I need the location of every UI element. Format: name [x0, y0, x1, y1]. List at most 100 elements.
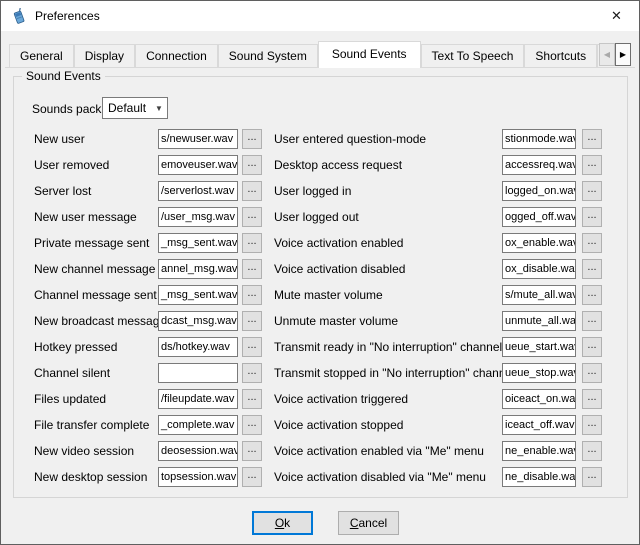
right-event-label: Voice activation enabled — [274, 233, 403, 253]
sound-event-row: New channel message annel_msg.wav ... Vo… — [14, 259, 627, 279]
app-icon — [10, 8, 27, 25]
right-browse-button[interactable]: ... — [582, 363, 602, 383]
sound-event-rows: New user s/newuser.wav ... User entered … — [14, 77, 627, 497]
left-sound-file-input[interactable]: dcast_msg.wav — [158, 311, 238, 331]
right-sound-file-input[interactable]: ox_disable.wav — [502, 259, 576, 279]
left-browse-button[interactable]: ... — [242, 181, 262, 201]
right-sound-file-input[interactable]: s/mute_all.wav — [502, 285, 576, 305]
left-browse-button[interactable]: ... — [242, 207, 262, 227]
right-browse-button[interactable]: ... — [582, 441, 602, 461]
left-browse-button[interactable]: ... — [242, 467, 262, 487]
right-browse-button[interactable]: ... — [582, 129, 602, 149]
tab-sound-events[interactable]: Sound Events — [318, 41, 421, 68]
left-browse-button[interactable]: ... — [242, 415, 262, 435]
right-event-label: User entered question-mode — [274, 129, 426, 149]
left-sound-file-input[interactable]: topsession.wav — [158, 467, 238, 487]
right-sound-file-input[interactable]: ueue_stop.wav — [502, 363, 576, 383]
right-event-label: User logged out — [274, 207, 359, 227]
right-browse-button[interactable]: ... — [582, 207, 602, 227]
left-event-label: New desktop session — [34, 467, 147, 487]
window-title: Preferences — [35, 9, 100, 23]
title-bar: Preferences ✕ — [1, 1, 639, 31]
right-sound-file-input[interactable]: iceact_off.wav — [502, 415, 576, 435]
left-sound-file-input[interactable]: /user_msg.wav — [158, 207, 238, 227]
tab-connection[interactable]: Connection — [135, 44, 218, 68]
left-sound-file-input[interactable] — [158, 363, 238, 383]
sound-event-row: New user s/newuser.wav ... User entered … — [14, 129, 627, 149]
left-browse-button[interactable]: ... — [242, 363, 262, 383]
tab-sound-system[interactable]: Sound System — [218, 44, 318, 68]
right-sound-file-input[interactable]: logged_on.wav — [502, 181, 576, 201]
left-event-label: Files updated — [34, 389, 106, 409]
left-browse-button[interactable]: ... — [242, 285, 262, 305]
sound-event-row: Private message sent _msg_sent.wav ... V… — [14, 233, 627, 253]
right-sound-file-input[interactable]: oiceact_on.wav — [502, 389, 576, 409]
cancel-button[interactable]: Cancel — [338, 511, 399, 535]
left-browse-button[interactable]: ... — [242, 389, 262, 409]
right-sound-file-input[interactable]: ne_enable.wav — [502, 441, 576, 461]
right-browse-button[interactable]: ... — [582, 415, 602, 435]
tab-bar: GeneralDisplayConnectionSound SystemSoun… — [9, 41, 617, 68]
left-sound-file-input[interactable]: _msg_sent.wav — [158, 233, 238, 253]
right-sound-file-input[interactable]: ueue_start.wav — [502, 337, 576, 357]
right-browse-button[interactable]: ... — [582, 285, 602, 305]
tab-shortcuts[interactable]: Shortcuts — [524, 44, 597, 68]
left-browse-button[interactable]: ... — [242, 337, 262, 357]
left-event-label: New user — [34, 129, 85, 149]
right-browse-button[interactable]: ... — [582, 467, 602, 487]
left-sound-file-input[interactable]: _msg_sent.wav — [158, 285, 238, 305]
cancel-button-label: Cancel — [350, 516, 387, 530]
left-sound-file-input[interactable]: /fileupdate.wav — [158, 389, 238, 409]
sound-event-row: Server lost /serverlost.wav ... User log… — [14, 181, 627, 201]
right-browse-button[interactable]: ... — [582, 337, 602, 357]
left-sound-file-input[interactable]: deosession.wav — [158, 441, 238, 461]
tab-general[interactable]: General — [9, 44, 74, 68]
left-sound-file-input[interactable]: ds/hotkey.wav — [158, 337, 238, 357]
left-sound-file-input[interactable]: annel_msg.wav — [158, 259, 238, 279]
left-sound-file-input[interactable]: s/newuser.wav — [158, 129, 238, 149]
right-event-label: Transmit stopped in "No interruption" ch… — [274, 363, 515, 383]
left-sound-file-input[interactable]: emoveuser.wav — [158, 155, 238, 175]
sound-event-row: User removed emoveuser.wav ... Desktop a… — [14, 155, 627, 175]
right-sound-file-input[interactable]: unmute_all.wav — [502, 311, 576, 331]
left-browse-button[interactable]: ... — [242, 129, 262, 149]
right-browse-button[interactable]: ... — [582, 311, 602, 331]
right-browse-button[interactable]: ... — [582, 389, 602, 409]
tab-scroll-right-button[interactable]: ▶ — [615, 43, 631, 66]
left-browse-button[interactable]: ... — [242, 259, 262, 279]
left-browse-button[interactable]: ... — [242, 441, 262, 461]
ok-button-label: Ok — [275, 516, 290, 530]
tab-scroll-left-button[interactable]: ◀ — [599, 43, 615, 66]
tab-display[interactable]: Display — [74, 44, 135, 68]
left-event-label: File transfer complete — [34, 415, 149, 435]
right-browse-button[interactable]: ... — [582, 233, 602, 253]
right-sound-file-input[interactable]: accessreq.wav — [502, 155, 576, 175]
chevron-right-icon: ▶ — [620, 50, 626, 59]
right-browse-button[interactable]: ... — [582, 259, 602, 279]
preferences-dialog: Preferences ✕ GeneralDisplayConnectionSo… — [0, 0, 640, 545]
right-event-label: Voice activation enabled via "Me" menu — [274, 441, 484, 461]
left-browse-button[interactable]: ... — [242, 233, 262, 253]
right-sound-file-input[interactable]: stionmode.wav — [502, 129, 576, 149]
right-sound-file-input[interactable]: ne_disable.wav — [502, 467, 576, 487]
sound-event-row: Channel message sent _msg_sent.wav ... M… — [14, 285, 627, 305]
left-sound-file-input[interactable]: _complete.wav — [158, 415, 238, 435]
left-sound-file-input[interactable]: /serverlost.wav — [158, 181, 238, 201]
close-button[interactable]: ✕ — [594, 1, 639, 31]
right-sound-file-input[interactable]: ox_enable.wav — [502, 233, 576, 253]
right-event-label: Transmit ready in "No interruption" chan… — [274, 337, 502, 357]
sound-event-row: Hotkey pressed ds/hotkey.wav ... Transmi… — [14, 337, 627, 357]
left-event-label: New video session — [34, 441, 134, 461]
ok-button[interactable]: Ok — [252, 511, 313, 535]
sound-event-row: New broadcast message dcast_msg.wav ... … — [14, 311, 627, 331]
left-event-label: Private message sent — [34, 233, 149, 253]
left-event-label: Channel silent — [34, 363, 110, 383]
right-browse-button[interactable]: ... — [582, 155, 602, 175]
right-event-label: Desktop access request — [274, 155, 402, 175]
tab-text-to-speech[interactable]: Text To Speech — [421, 44, 525, 68]
right-browse-button[interactable]: ... — [582, 181, 602, 201]
left-browse-button[interactable]: ... — [242, 311, 262, 331]
right-sound-file-input[interactable]: ogged_off.wav — [502, 207, 576, 227]
left-browse-button[interactable]: ... — [242, 155, 262, 175]
left-event-label: New broadcast message — [34, 311, 166, 331]
